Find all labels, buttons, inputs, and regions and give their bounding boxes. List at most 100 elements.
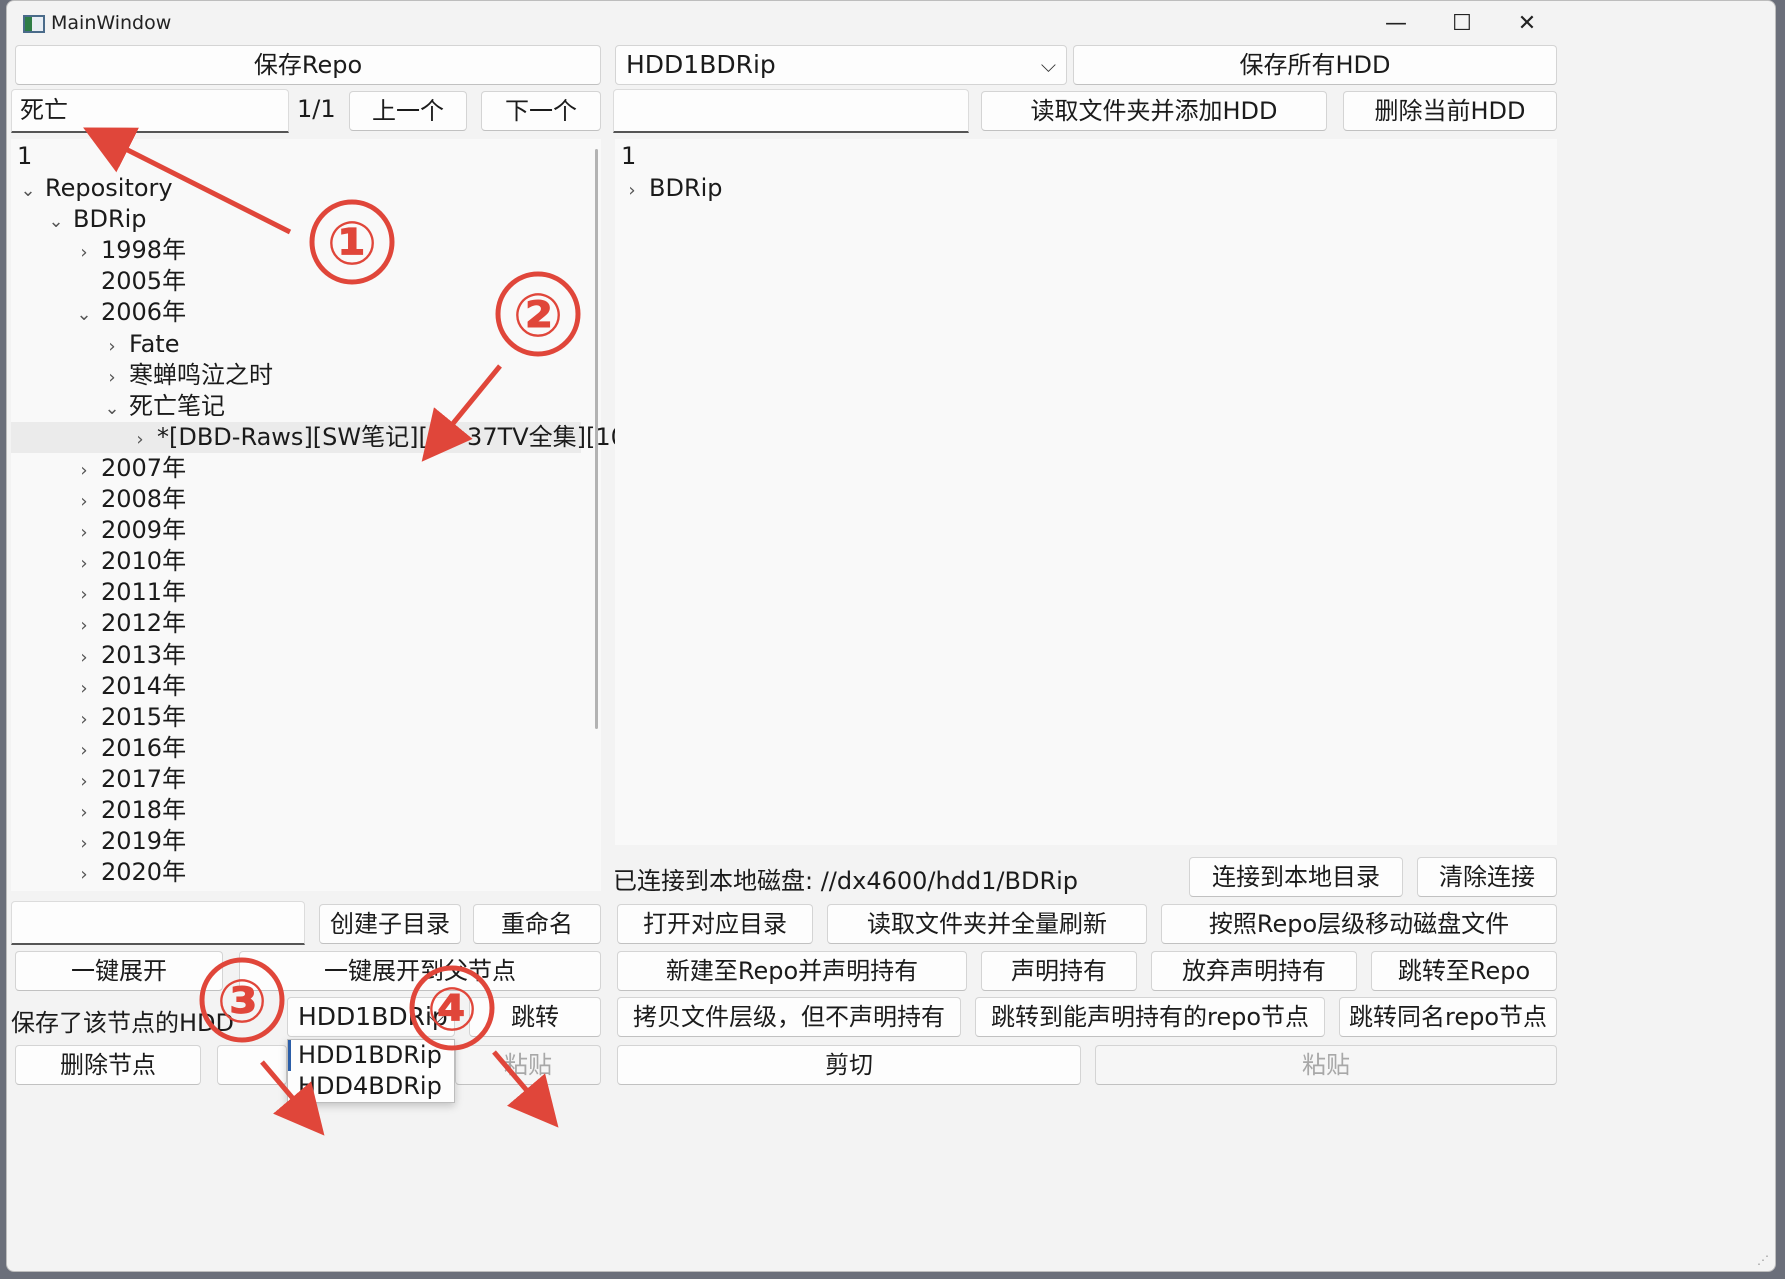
expand-all-button[interactable]: 一键展开 [15, 951, 223, 991]
cut-button[interactable]: 剪切 [617, 1045, 1081, 1085]
hdd-path-input[interactable] [613, 89, 969, 133]
chevron-right-icon[interactable]: › [73, 642, 95, 673]
chevron-down-icon[interactable]: ⌄ [73, 299, 95, 330]
repo-tree-item[interactable]: › 2020年 [73, 857, 186, 888]
delete-node-button[interactable]: 删除节点 [15, 1045, 201, 1085]
chevron-right-icon[interactable]: › [73, 486, 95, 517]
chevron-right-icon[interactable]: › [73, 766, 95, 797]
open-dir-button[interactable]: 打开对应目录 [617, 904, 813, 944]
repo-tree-item[interactable]: ⌄ BDRip [45, 204, 146, 237]
chevron-right-icon[interactable]: › [73, 517, 95, 548]
repo-tree-panel: 1 ⌄ Repository ⌄ BDRip › 1998年 2005年 ⌄ 2006年 › Fat… [11, 139, 649, 891]
saved-hdd-label: 保存了该节点的HDD [11, 1009, 235, 1037]
repo-tree-item[interactable]: › 2017年 [73, 764, 186, 795]
save-repo-button[interactable]: 保存Repo [15, 45, 601, 85]
repo-tree-item[interactable]: › 2008年 [73, 484, 186, 515]
repo-tree-item[interactable]: › 2010年 [73, 546, 186, 577]
clear-connection-button[interactable]: 清除连接 [1417, 857, 1557, 897]
paste-button-right[interactable]: 粘贴 [1095, 1045, 1557, 1085]
jump-claimable-button[interactable]: 跳转到能声明持有的repo节点 [975, 997, 1325, 1037]
expand-to-parent-button[interactable]: 一键展开到父节点 [239, 951, 601, 991]
read-folder-add-hdd-button[interactable]: 读取文件夹并添加HDD [981, 91, 1327, 131]
chevron-right-icon[interactable]: › [621, 175, 643, 206]
chevron-right-icon[interactable]: › [73, 579, 95, 610]
create-subdir-button[interactable]: 创建子目录 [319, 904, 461, 944]
repo-tree-item[interactable]: › 2015年 [73, 702, 186, 733]
chevron-down-icon[interactable]: ⌄ [17, 175, 39, 206]
repo-tree-item-label: 2013年 [101, 640, 187, 669]
chevron-right-icon[interactable]: › [101, 362, 123, 393]
repo-tree-item[interactable]: › *[DBD-Raws][SW笔记][01-37TV全集][10... [11, 421, 649, 455]
jump-button[interactable]: 跳转 [469, 997, 601, 1037]
repo-tree-item[interactable]: ⌄ 2006年 [73, 297, 186, 328]
paste-button-left[interactable]: 粘贴 [455, 1045, 601, 1085]
repo-tree-item[interactable]: › 2018年 [73, 795, 186, 826]
window-title: MainWindow [51, 12, 172, 34]
repo-tree-item[interactable]: › 2013年 [73, 640, 186, 671]
chevron-down-icon: ⌵ [1040, 53, 1056, 77]
close-button[interactable]: ✕ [1504, 9, 1550, 39]
copy-hierarchy-button[interactable]: 拷贝文件层级，但不声明持有 [617, 997, 961, 1037]
repo-tree-item[interactable]: › Fate [101, 329, 179, 360]
repo-tree-item[interactable]: › 2009年 [73, 515, 186, 546]
connect-local-button[interactable]: 连接到本地目录 [1189, 857, 1403, 897]
read-full-refresh-button[interactable]: 读取文件夹并全量刷新 [827, 904, 1147, 944]
repo-tree-scrollbar[interactable] [595, 149, 598, 729]
chevron-down-icon[interactable]: ⌄ [45, 206, 67, 237]
search-input[interactable]: 死亡 [11, 89, 289, 133]
repo-tree-item[interactable]: 2005年 [73, 266, 186, 297]
chevron-right-icon[interactable]: › [73, 828, 95, 859]
repo-tree-item[interactable]: › 2007年 [73, 453, 186, 484]
chevron-right-icon[interactable]: › [73, 455, 95, 486]
saved-hdd-select[interactable]: HDD1BDRip ⌵ [287, 997, 455, 1037]
chevron-right-icon[interactable]: › [73, 859, 95, 890]
minimize-button[interactable]: — [1373, 9, 1419, 39]
repo-tree-item-label: Repository [45, 174, 173, 202]
chevron-right-icon[interactable]: › [73, 237, 95, 268]
hdd-select[interactable]: HDD1BDRip ⌵ [615, 45, 1067, 85]
jump-same-name-button[interactable]: 跳转同名repo节点 [1339, 997, 1557, 1037]
repo-tree-item[interactable]: ⌄ 死亡笔记 [101, 391, 225, 422]
chevron-right-icon[interactable]: › [73, 548, 95, 579]
chevron-down-icon[interactable]: ⌄ [101, 393, 123, 424]
dropdown-option[interactable]: HDD4BDRip [288, 1071, 454, 1102]
copy-button-hidden[interactable] [217, 1045, 287, 1085]
repo-tree-item-label: 2007年 [101, 453, 187, 482]
rename-button[interactable]: 重命名 [473, 904, 601, 944]
save-all-hdd-button[interactable]: 保存所有HDD [1073, 45, 1557, 85]
delete-current-hdd-button[interactable]: 删除当前HDD [1343, 91, 1557, 131]
chevron-right-icon[interactable]: › [129, 424, 151, 455]
repo-tree-item[interactable]: › 2011年 [73, 577, 186, 608]
move-by-repo-button[interactable]: 按照Repo层级移动磁盘文件 [1161, 904, 1557, 944]
chevron-right-icon[interactable]: › [73, 735, 95, 766]
repo-tree-item[interactable]: › 2014年 [73, 671, 186, 702]
hdd-tree-panel: 1 › BDRip [615, 139, 1557, 845]
repo-tree-item[interactable]: ⌄ Repository [17, 173, 173, 206]
resize-grip-icon[interactable]: ⋰ [1757, 1253, 1769, 1267]
repo-tree-item[interactable]: › 寒蝉鸣泣之时 [101, 360, 273, 391]
dropdown-option[interactable]: HDD1BDRip [288, 1040, 454, 1071]
claim-button[interactable]: 声明持有 [981, 951, 1137, 991]
new-node-name-input[interactable] [11, 901, 305, 945]
new-to-repo-claim-button[interactable]: 新建至Repo并声明持有 [617, 951, 967, 991]
match-count: 1/1 [297, 95, 336, 123]
repo-tree-item-label: 2006年 [101, 298, 187, 327]
chevron-right-icon[interactable]: › [101, 331, 123, 362]
jump-to-repo-button[interactable]: 跳转至Repo [1371, 951, 1557, 991]
chevron-right-icon[interactable]: › [73, 673, 95, 704]
chevron-right-icon[interactable]: › [73, 704, 95, 735]
maximize-button[interactable]: ☐ [1439, 9, 1485, 39]
abandon-claim-button[interactable]: 放弃声明持有 [1151, 951, 1357, 991]
repo-tree-item[interactable]: › 2012年 [73, 608, 186, 639]
chevron-right-icon[interactable]: › [73, 610, 95, 641]
repo-tree-item[interactable]: › 2016年 [73, 733, 186, 764]
chevron-right-icon[interactable]: › [73, 797, 95, 828]
repo-tree-item-label: *[DBD-Raws][SW笔记][01-37TV全集][10... [157, 422, 649, 451]
hdd-tree-item[interactable]: › BDRip [621, 173, 722, 206]
prev-match-button[interactable]: 上一个 [349, 91, 467, 131]
repo-tree-item[interactable]: › 2019年 [73, 826, 186, 857]
next-match-button[interactable]: 下一个 [481, 91, 601, 131]
repo-tree-item-label: 2011年 [101, 578, 187, 607]
title-bar: MainWindow — ☐ ✕ [7, 1, 1775, 47]
repo-tree-item[interactable]: › 1998年 [73, 235, 186, 266]
